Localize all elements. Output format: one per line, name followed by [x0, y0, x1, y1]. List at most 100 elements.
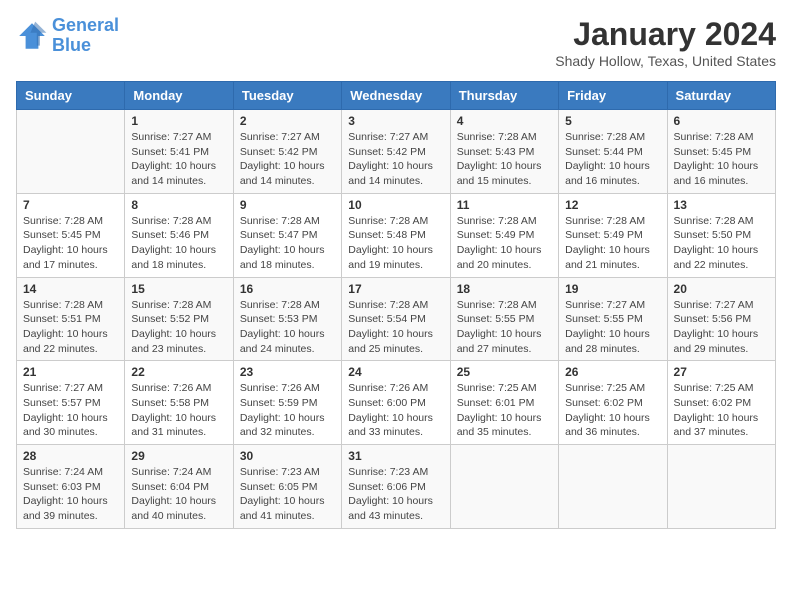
day-cell: 28 Sunrise: 7:24 AM Sunset: 6:03 PM Dayli… [17, 445, 125, 529]
page-subtitle: Shady Hollow, Texas, United States [555, 53, 776, 69]
day-info: Sunrise: 7:28 AM Sunset: 5:49 PM Dayligh… [457, 214, 552, 273]
day-cell: 20Sunrise: 7:27 AM Sunset: 5:56 PM Dayli… [667, 277, 775, 361]
day-cell: 30 Sunrise: 7:23 AM Sunset: 6:05 PM Dayli… [233, 445, 341, 529]
day-info: Sunrise: 7:25 AM Sunset: 6:02 PM Dayligh… [565, 381, 660, 440]
day-cell: 3 Sunrise: 7:27 AM Sunset: 5:42 PM Daylig… [342, 110, 450, 194]
day-info: Sunrise: 7:27 AM Sunset: 5:42 PM Dayligh… [240, 130, 335, 189]
day-number: 21 [23, 365, 118, 379]
day-number: 9 [240, 198, 335, 212]
day-info: Sunrise: 7:27 AM Sunset: 5:55 PM Dayligh… [565, 298, 660, 357]
day-number: 3 [348, 114, 443, 128]
day-cell: 19 Sunrise: 7:27 AM Sunset: 5:55 PM Dayli… [559, 277, 667, 361]
day-info: Sunrise: 7:28 AM Sunset: 5:48 PM Dayligh… [348, 214, 443, 273]
day-number: 24 [348, 365, 443, 379]
day-info: Sunrise: 7:28 AM Sunset: 5:51 PM Dayligh… [23, 298, 118, 357]
header-cell-saturday: Saturday [667, 82, 775, 110]
day-number: 19 [565, 282, 660, 296]
logo: General Blue [16, 16, 119, 56]
day-cell: 15 Sunrise: 7:28 AM Sunset: 5:52 PM Dayli… [125, 277, 233, 361]
day-info: Sunrise: 7:27 AM Sunset: 5:41 PM Dayligh… [131, 130, 226, 189]
day-info: Sunrise: 7:28 AM Sunset: 5:52 PM Dayligh… [131, 298, 226, 357]
day-cell: 2Sunrise: 7:27 AM Sunset: 5:42 PM Daylig… [233, 110, 341, 194]
day-number: 8 [131, 198, 226, 212]
day-cell: 18Sunrise: 7:28 AM Sunset: 5:55 PM Dayli… [450, 277, 558, 361]
day-cell: 27 Sunrise: 7:25 AM Sunset: 6:02 PM Dayli… [667, 361, 775, 445]
week-row-1: 1Sunrise: 7:27 AM Sunset: 5:41 PM Daylig… [17, 110, 776, 194]
day-info: Sunrise: 7:24 AM Sunset: 6:04 PM Dayligh… [131, 465, 226, 524]
calendar-table: SundayMondayTuesdayWednesdayThursdayFrid… [16, 81, 776, 529]
header-cell-monday: Monday [125, 82, 233, 110]
day-cell: 14 Sunrise: 7:28 AM Sunset: 5:51 PM Dayli… [17, 277, 125, 361]
logo-text: General Blue [52, 16, 119, 56]
day-number: 6 [674, 114, 769, 128]
day-number: 12 [565, 198, 660, 212]
day-number: 23 [240, 365, 335, 379]
day-cell: 10Sunrise: 7:28 AM Sunset: 5:48 PM Dayli… [342, 193, 450, 277]
header-cell-friday: Friday [559, 82, 667, 110]
day-info: Sunrise: 7:26 AM Sunset: 5:59 PM Dayligh… [240, 381, 335, 440]
day-cell: 17 Sunrise: 7:28 AM Sunset: 5:54 PM Dayli… [342, 277, 450, 361]
header-cell-sunday: Sunday [17, 82, 125, 110]
day-number: 30 [240, 449, 335, 463]
day-info: Sunrise: 7:25 AM Sunset: 6:01 PM Dayligh… [457, 381, 552, 440]
day-info: Sunrise: 7:23 AM Sunset: 6:05 PM Dayligh… [240, 465, 335, 524]
day-cell: 1Sunrise: 7:27 AM Sunset: 5:41 PM Daylig… [125, 110, 233, 194]
day-info: Sunrise: 7:28 AM Sunset: 5:50 PM Dayligh… [674, 214, 769, 273]
day-number: 22 [131, 365, 226, 379]
day-info: Sunrise: 7:26 AM Sunset: 5:58 PM Dayligh… [131, 381, 226, 440]
day-cell: 7 Sunrise: 7:28 AM Sunset: 5:45 PM Daylig… [17, 193, 125, 277]
day-number: 31 [348, 449, 443, 463]
day-info: Sunrise: 7:28 AM Sunset: 5:49 PM Dayligh… [565, 214, 660, 273]
day-number: 16 [240, 282, 335, 296]
day-info: Sunrise: 7:23 AM Sunset: 6:06 PM Dayligh… [348, 465, 443, 524]
week-row-2: 7 Sunrise: 7:28 AM Sunset: 5:45 PM Daylig… [17, 193, 776, 277]
day-cell [17, 110, 125, 194]
day-info: Sunrise: 7:26 AM Sunset: 6:00 PM Dayligh… [348, 381, 443, 440]
day-cell: 29 Sunrise: 7:24 AM Sunset: 6:04 PM Dayli… [125, 445, 233, 529]
day-cell: 9 Sunrise: 7:28 AM Sunset: 5:47 PM Daylig… [233, 193, 341, 277]
day-cell [559, 445, 667, 529]
day-number: 5 [565, 114, 660, 128]
day-cell: 22 Sunrise: 7:26 AM Sunset: 5:58 PM Dayli… [125, 361, 233, 445]
day-number: 4 [457, 114, 552, 128]
day-info: Sunrise: 7:28 AM Sunset: 5:44 PM Dayligh… [565, 130, 660, 189]
day-info: Sunrise: 7:28 AM Sunset: 5:53 PM Dayligh… [240, 298, 335, 357]
day-info: Sunrise: 7:28 AM Sunset: 5:45 PM Dayligh… [23, 214, 118, 273]
day-info: Sunrise: 7:27 AM Sunset: 5:42 PM Dayligh… [348, 130, 443, 189]
day-number: 29 [131, 449, 226, 463]
header-cell-tuesday: Tuesday [233, 82, 341, 110]
day-number: 27 [674, 365, 769, 379]
header-cell-thursday: Thursday [450, 82, 558, 110]
day-info: Sunrise: 7:28 AM Sunset: 5:47 PM Dayligh… [240, 214, 335, 273]
day-cell: 12 Sunrise: 7:28 AM Sunset: 5:49 PM Dayli… [559, 193, 667, 277]
header-cell-wednesday: Wednesday [342, 82, 450, 110]
day-info: Sunrise: 7:28 AM Sunset: 5:54 PM Dayligh… [348, 298, 443, 357]
day-number: 7 [23, 198, 118, 212]
day-cell: 11Sunrise: 7:28 AM Sunset: 5:49 PM Dayli… [450, 193, 558, 277]
day-number: 15 [131, 282, 226, 296]
header-row: SundayMondayTuesdayWednesdayThursdayFrid… [17, 82, 776, 110]
logo-line1: General [52, 15, 119, 35]
day-info: Sunrise: 7:25 AM Sunset: 6:02 PM Dayligh… [674, 381, 769, 440]
day-cell: 13 Sunrise: 7:28 AM Sunset: 5:50 PM Dayli… [667, 193, 775, 277]
day-info: Sunrise: 7:28 AM Sunset: 5:46 PM Dayligh… [131, 214, 226, 273]
logo-line2: Blue [52, 35, 91, 55]
day-cell [450, 445, 558, 529]
day-cell: 8 Sunrise: 7:28 AM Sunset: 5:46 PM Daylig… [125, 193, 233, 277]
day-cell: 24 Sunrise: 7:26 AM Sunset: 6:00 PM Dayli… [342, 361, 450, 445]
week-row-5: 28 Sunrise: 7:24 AM Sunset: 6:03 PM Dayli… [17, 445, 776, 529]
page-header: General Blue January 2024 Shady Hollow, … [16, 16, 776, 69]
day-cell: 6 Sunrise: 7:28 AM Sunset: 5:45 PM Daylig… [667, 110, 775, 194]
day-cell: 4Sunrise: 7:28 AM Sunset: 5:43 PM Daylig… [450, 110, 558, 194]
day-info: Sunrise: 7:24 AM Sunset: 6:03 PM Dayligh… [23, 465, 118, 524]
day-cell: 21Sunrise: 7:27 AM Sunset: 5:57 PM Dayli… [17, 361, 125, 445]
day-number: 28 [23, 449, 118, 463]
week-row-4: 21Sunrise: 7:27 AM Sunset: 5:57 PM Dayli… [17, 361, 776, 445]
day-info: Sunrise: 7:28 AM Sunset: 5:45 PM Dayligh… [674, 130, 769, 189]
day-number: 13 [674, 198, 769, 212]
week-row-3: 14 Sunrise: 7:28 AM Sunset: 5:51 PM Dayli… [17, 277, 776, 361]
day-number: 14 [23, 282, 118, 296]
day-cell: 25Sunrise: 7:25 AM Sunset: 6:01 PM Dayli… [450, 361, 558, 445]
day-cell: 26Sunrise: 7:25 AM Sunset: 6:02 PM Dayli… [559, 361, 667, 445]
day-number: 17 [348, 282, 443, 296]
